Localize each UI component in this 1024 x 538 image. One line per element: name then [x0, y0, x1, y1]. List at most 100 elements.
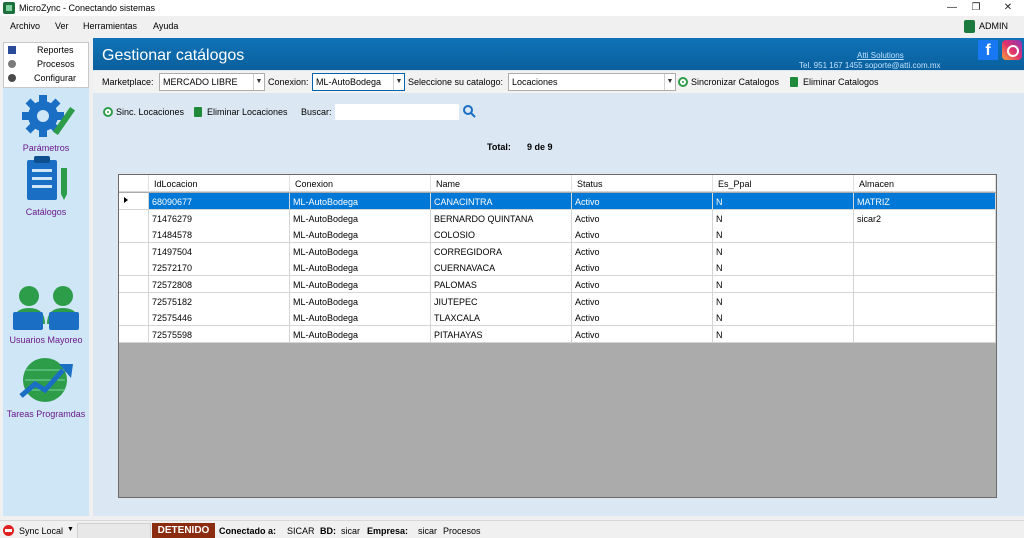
cell-status[interactable]: Activo — [572, 242, 713, 259]
table-row[interactable]: 72575446 ML-AutoBodega TLAXCALA Activo N — [119, 309, 996, 327]
tree-item-configurar[interactable]: Configurar — [34, 73, 76, 83]
tree-item-procesos[interactable]: Procesos — [37, 59, 75, 69]
cell-es-ppal[interactable]: N — [713, 309, 854, 326]
cell-es-ppal[interactable]: N — [713, 193, 854, 209]
chevron-down-icon[interactable]: ▼ — [67, 526, 74, 533]
table-row[interactable]: 71497504 ML-AutoBodega CORREGIDORA Activo N — [119, 242, 996, 260]
cell-status[interactable]: Activo — [572, 276, 713, 292]
cell-name[interactable]: JIUTEPEC — [431, 292, 572, 309]
cell-name[interactable]: CORREGIDORA — [431, 242, 572, 259]
row-header[interactable] — [119, 292, 149, 309]
maximize-button[interactable]: ❐ — [962, 0, 990, 16]
cell-conexion[interactable]: ML-AutoBodega — [290, 242, 431, 259]
search-input[interactable] — [335, 104, 459, 120]
column-header[interactable]: Status — [572, 175, 713, 192]
menu-archivo[interactable]: Archivo — [10, 21, 40, 31]
cell-name[interactable]: PALOMAS — [431, 276, 572, 292]
delete-locations-button[interactable]: Eliminar Locaciones — [194, 103, 292, 121]
column-header[interactable]: IdLocacion — [149, 175, 290, 192]
tree-item-reportes[interactable]: Reportes — [37, 45, 74, 55]
table-row[interactable]: 72572808 ML-AutoBodega PALOMAS Activo N — [119, 276, 996, 293]
company-link[interactable]: Atti Solutions — [857, 51, 904, 60]
cell-conexion[interactable]: ML-AutoBodega — [290, 276, 431, 292]
row-header[interactable] — [119, 309, 149, 326]
cell-conexion[interactable]: ML-AutoBodega — [290, 209, 431, 226]
column-header[interactable]: Conexion — [290, 175, 431, 192]
table-row[interactable]: 71476279 ML-AutoBodega BERNARDO QUINTANA Ac… — [119, 209, 996, 227]
cell-idlocacion[interactable]: 71476279 — [149, 209, 290, 226]
module-usuarios-mayoreo[interactable]: Usuarios Mayoreo — [3, 284, 89, 350]
conexion-select[interactable]: ML-AutoBodega ▼ — [312, 73, 405, 91]
cell-almacen[interactable] — [854, 226, 996, 243]
marketplace-select[interactable]: MERCADO LIBRE ▼ — [159, 73, 265, 91]
sync-catalogs-button[interactable]: Sincronizar Catalogos — [678, 73, 783, 91]
user-menu[interactable]: ADMIN — [964, 19, 1016, 35]
cell-status[interactable]: Activo — [572, 193, 713, 209]
delete-catalogs-button[interactable]: Eliminar Catalogos — [790, 73, 884, 91]
cell-es-ppal[interactable]: N — [713, 209, 854, 226]
cell-es-ppal[interactable]: N — [713, 325, 854, 342]
instagram-icon[interactable] — [1002, 40, 1022, 60]
column-header[interactable]: Name — [431, 175, 572, 192]
cell-idlocacion[interactable]: 72575446 — [149, 309, 290, 326]
cell-almacen[interactable]: sicar2 — [854, 209, 996, 226]
module-parametros[interactable]: Parámetros — [3, 88, 89, 154]
cell-almacen[interactable] — [854, 292, 996, 309]
cell-status[interactable]: Activo — [572, 325, 713, 342]
search-icon[interactable] — [462, 104, 476, 118]
cell-almacen[interactable] — [854, 242, 996, 259]
close-button[interactable]: ✕ — [994, 0, 1022, 16]
cell-conexion[interactable]: ML-AutoBodega — [290, 259, 431, 276]
catalogo-select[interactable]: Locaciones ▼ — [508, 73, 676, 91]
cell-name[interactable]: COLOSIO — [431, 226, 572, 243]
cell-es-ppal[interactable]: N — [713, 226, 854, 243]
table-row[interactable]: 72572170 ML-AutoBodega CUERNAVACA Activo N — [119, 259, 996, 277]
cell-almacen[interactable] — [854, 325, 996, 342]
cell-status[interactable]: Activo — [572, 309, 713, 326]
cell-conexion[interactable]: ML-AutoBodega — [290, 226, 431, 243]
procesos-label[interactable]: Procesos — [443, 526, 481, 536]
cell-idlocacion[interactable]: 71484578 — [149, 226, 290, 243]
cell-es-ppal[interactable]: N — [713, 276, 854, 292]
cell-idlocacion[interactable]: 72572808 — [149, 276, 290, 292]
menu-ayuda[interactable]: Ayuda — [153, 21, 178, 31]
row-header[interactable] — [119, 226, 149, 243]
cell-almacen[interactable] — [854, 309, 996, 326]
row-header[interactable] — [119, 193, 149, 209]
locations-grid[interactable]: IdLocacion Conexion Name Status Es_Ppal … — [118, 174, 997, 498]
cell-idlocacion[interactable]: 72575182 — [149, 292, 290, 309]
cell-almacen[interactable] — [854, 259, 996, 276]
column-header[interactable]: Es_Ppal — [713, 175, 854, 192]
cell-conexion[interactable]: ML-AutoBodega — [290, 193, 431, 209]
cell-name[interactable]: TLAXCALA — [431, 309, 572, 326]
table-row[interactable]: 72575182 ML-AutoBodega JIUTEPEC Activo N — [119, 292, 996, 310]
cell-es-ppal[interactable]: N — [713, 292, 854, 309]
table-row[interactable]: 68090677 ML-AutoBodega CANACINTRA Activo N MA… — [119, 193, 996, 210]
row-header[interactable] — [119, 209, 149, 226]
sync-local-label[interactable]: Sync Local — [19, 526, 63, 536]
facebook-icon[interactable]: f — [978, 40, 998, 60]
column-header[interactable]: Almacen — [854, 175, 996, 192]
cell-es-ppal[interactable]: N — [713, 259, 854, 276]
module-catalogos[interactable]: Catálogos — [3, 156, 89, 222]
cell-status[interactable]: Activo — [572, 259, 713, 276]
module-tareas-programadas[interactable]: Tareas Programdas — [3, 356, 89, 422]
cell-idlocacion[interactable]: 72575598 — [149, 325, 290, 342]
cell-conexion[interactable]: ML-AutoBodega — [290, 309, 431, 326]
menu-ver[interactable]: Ver — [55, 21, 69, 31]
cell-status[interactable]: Activo — [572, 226, 713, 243]
cell-es-ppal[interactable]: N — [713, 242, 854, 259]
cell-almacen[interactable] — [854, 276, 996, 292]
cell-status[interactable]: Activo — [572, 292, 713, 309]
table-row[interactable]: 72575598 ML-AutoBodega PITAHAYAS Activo N — [119, 325, 996, 343]
row-header[interactable] — [119, 276, 149, 292]
cell-idlocacion[interactable]: 72572170 — [149, 259, 290, 276]
cell-name[interactable]: PITAHAYAS — [431, 325, 572, 342]
cell-conexion[interactable]: ML-AutoBodega — [290, 325, 431, 342]
sync-locations-button[interactable]: Sinc. Locaciones — [103, 103, 188, 121]
cell-name[interactable]: BERNARDO QUINTANA — [431, 209, 572, 226]
row-header[interactable] — [119, 325, 149, 342]
row-header[interactable] — [119, 242, 149, 259]
cell-name[interactable]: CANACINTRA — [431, 193, 572, 209]
cell-conexion[interactable]: ML-AutoBodega — [290, 292, 431, 309]
